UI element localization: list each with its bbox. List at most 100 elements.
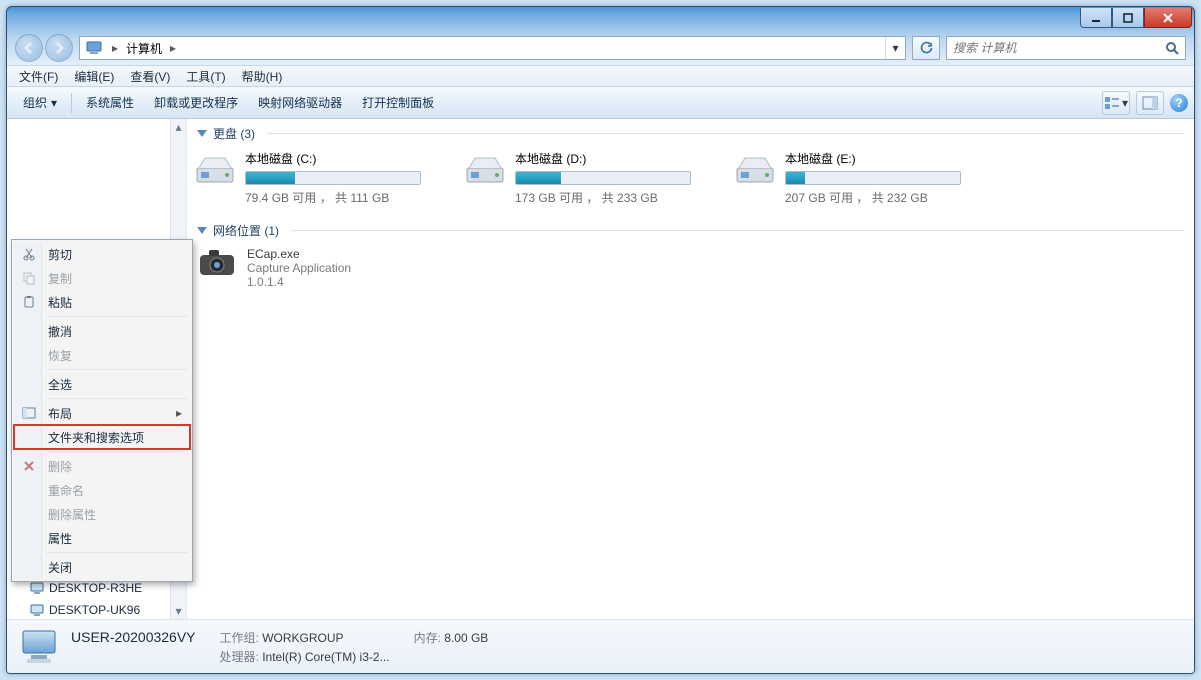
- chevron-right-icon[interactable]: ▸: [108, 41, 122, 55]
- computer-icon: [29, 581, 45, 595]
- drive-free-text: 207 GB 可用 ， 共 232 GB: [785, 189, 977, 206]
- menu-item-cut[interactable]: 剪切: [14, 242, 190, 266]
- window-minimize-button[interactable]: [1080, 8, 1112, 28]
- map-network-drive-button[interactable]: 映射网络驱动器: [248, 90, 352, 115]
- system-properties-button[interactable]: 系统属性: [76, 90, 144, 115]
- scroll-down-arrow-icon[interactable]: ▾: [171, 603, 186, 619]
- hard-drive-icon: [463, 150, 507, 190]
- drive-usage-bar: [245, 171, 421, 185]
- drive-item[interactable]: 本地磁盘 (E:) 207 GB 可用 ， 共 232 GB: [733, 150, 977, 206]
- chevron-right-icon[interactable]: ▸: [166, 41, 180, 55]
- submenu-arrow-icon: ▸: [176, 406, 182, 420]
- sidebar-item-label: DESKTOP-R3HE: [49, 581, 142, 595]
- drive-item[interactable]: 本地磁盘 (D:) 173 GB 可用 ， 共 233 GB: [463, 150, 707, 206]
- window-close-button[interactable]: [1144, 8, 1192, 28]
- hard-drive-icon: [733, 150, 777, 190]
- details-workgroup-label: 工作组:: [220, 631, 259, 645]
- menu-view[interactable]: 查看(V): [122, 66, 178, 87]
- open-control-panel-button[interactable]: 打开控制面板: [352, 90, 444, 115]
- content-pane: 更盘 (3) 本地磁盘 (C:) 79.4 GB 可用 ， 共 111 GB: [187, 119, 1194, 619]
- netloc-item[interactable]: ECap.exe Capture Application 1.0.1.4: [187, 243, 1194, 293]
- nav-forward-button[interactable]: [45, 34, 73, 62]
- drive-usage-fill: [786, 172, 805, 184]
- menu-file[interactable]: 文件(F): [11, 66, 66, 87]
- details-processor-value: Intel(R) Core(TM) i3-2...: [262, 650, 389, 664]
- menu-item-folder-options[interactable]: 文件夹和搜索选项: [14, 425, 190, 449]
- window-titlebar: [7, 7, 1194, 35]
- navigation-row: ▸ 计算机 ▸ ▾: [7, 35, 1194, 65]
- group-header-hdd[interactable]: 更盘 (3): [187, 119, 1194, 146]
- group-header-netloc[interactable]: 网络位置 (1): [187, 216, 1194, 243]
- drive-free-text: 79.4 GB 可用 ， 共 111 GB: [245, 189, 437, 206]
- menu-item-delete[interactable]: 删除: [14, 454, 190, 478]
- menu-item-layout[interactable]: 布局 ▸: [14, 401, 190, 425]
- drive-title: 本地磁盘 (E:): [785, 150, 977, 167]
- refresh-button[interactable]: [912, 36, 940, 60]
- menu-item-properties[interactable]: 属性: [14, 526, 190, 550]
- divider: [267, 133, 1184, 134]
- collapse-icon[interactable]: [197, 227, 207, 234]
- help-button[interactable]: ?: [1170, 94, 1188, 112]
- menu-item-undo[interactable]: 撤消: [14, 319, 190, 343]
- nav-back-button[interactable]: [15, 34, 43, 62]
- drive-usage-bar: [785, 171, 961, 185]
- scroll-up-arrow-icon[interactable]: ▴: [171, 119, 186, 135]
- computer-icon: [29, 603, 45, 617]
- drive-usage-bar: [515, 171, 691, 185]
- separator: [71, 93, 72, 113]
- window-maximize-button[interactable]: [1112, 8, 1144, 28]
- menu-item-copy[interactable]: 复制: [14, 266, 190, 290]
- computer-large-icon: [17, 625, 61, 669]
- address-bar[interactable]: ▸ 计算机 ▸ ▾: [79, 36, 906, 60]
- computer-icon: [84, 38, 104, 58]
- view-mode-button[interactable]: ▾: [1102, 91, 1130, 115]
- organize-button[interactable]: 组织 ▾: [13, 90, 67, 115]
- camera-icon: [197, 247, 237, 279]
- details-processor-label: 处理器:: [220, 650, 259, 664]
- layout-icon: [20, 404, 38, 422]
- cut-icon: [20, 245, 38, 263]
- drive-title: 本地磁盘 (D:): [515, 150, 707, 167]
- menu-help[interactable]: 帮助(H): [234, 66, 291, 87]
- dropdown-arrow-icon: ▾: [51, 96, 57, 110]
- command-bar: 组织 ▾ 系统属性 卸载或更改程序 映射网络驱动器 打开控制面板 ▾ ?: [7, 87, 1194, 119]
- menu-bar: 文件(F) 编辑(E) 查看(V) 工具(T) 帮助(H): [7, 65, 1194, 87]
- drive-usage-fill: [516, 172, 561, 184]
- menu-edit[interactable]: 编辑(E): [66, 66, 122, 87]
- menu-item-paste[interactable]: 粘贴: [14, 290, 190, 314]
- drive-item[interactable]: 本地磁盘 (C:) 79.4 GB 可用 ， 共 111 GB: [193, 150, 437, 206]
- collapse-icon[interactable]: [197, 130, 207, 137]
- menu-item-remove-properties[interactable]: 删除属性: [14, 502, 190, 526]
- details-computer-name: USER-20200326VY: [71, 629, 196, 646]
- menu-tools[interactable]: 工具(T): [178, 66, 233, 87]
- preview-pane-button[interactable]: [1136, 91, 1164, 115]
- copy-icon: [20, 269, 38, 287]
- menu-item-select-all[interactable]: 全选: [14, 372, 190, 396]
- group-label: 更盘 (3): [213, 125, 255, 142]
- search-box[interactable]: [946, 36, 1186, 60]
- address-history-dropdown[interactable]: ▾: [885, 37, 905, 59]
- netloc-desc: Capture Application: [247, 261, 351, 275]
- organize-menu-popup: 剪切 复制 粘贴 撤消 恢复 全选: [11, 239, 193, 582]
- divider: [291, 230, 1184, 231]
- netloc-version: 1.0.1.4: [247, 275, 351, 289]
- group-label: 网络位置 (1): [213, 222, 279, 239]
- explorer-window: ▸ 计算机 ▸ ▾ 文件(F) 编辑(E) 查看(V) 工具(T) 帮助(H) …: [6, 6, 1195, 674]
- drive-title: 本地磁盘 (C:): [245, 150, 437, 167]
- breadcrumb-computer[interactable]: 计算机: [122, 37, 166, 59]
- details-memory-value: 8.00 GB: [444, 631, 488, 645]
- uninstall-change-button[interactable]: 卸载或更改程序: [144, 90, 248, 115]
- paste-icon: [20, 293, 38, 311]
- details-workgroup-value: WORKGROUP: [262, 631, 343, 645]
- organize-label: 组织: [23, 94, 47, 111]
- delete-icon: [20, 457, 38, 475]
- menu-item-rename[interactable]: 重命名: [14, 478, 190, 502]
- search-icon[interactable]: [1159, 37, 1185, 59]
- details-memory-label: 内存:: [414, 631, 441, 645]
- search-input[interactable]: [947, 41, 1159, 55]
- menu-item-redo[interactable]: 恢复: [14, 343, 190, 367]
- explorer-body: ▾ 网络 ADMINISTRATOR ASUS-PC DABAO: [7, 119, 1194, 619]
- menu-item-close[interactable]: 关闭: [14, 555, 190, 579]
- hard-drive-icon: [193, 150, 237, 190]
- sidebar-item[interactable]: DESKTOP-UK96: [7, 599, 186, 619]
